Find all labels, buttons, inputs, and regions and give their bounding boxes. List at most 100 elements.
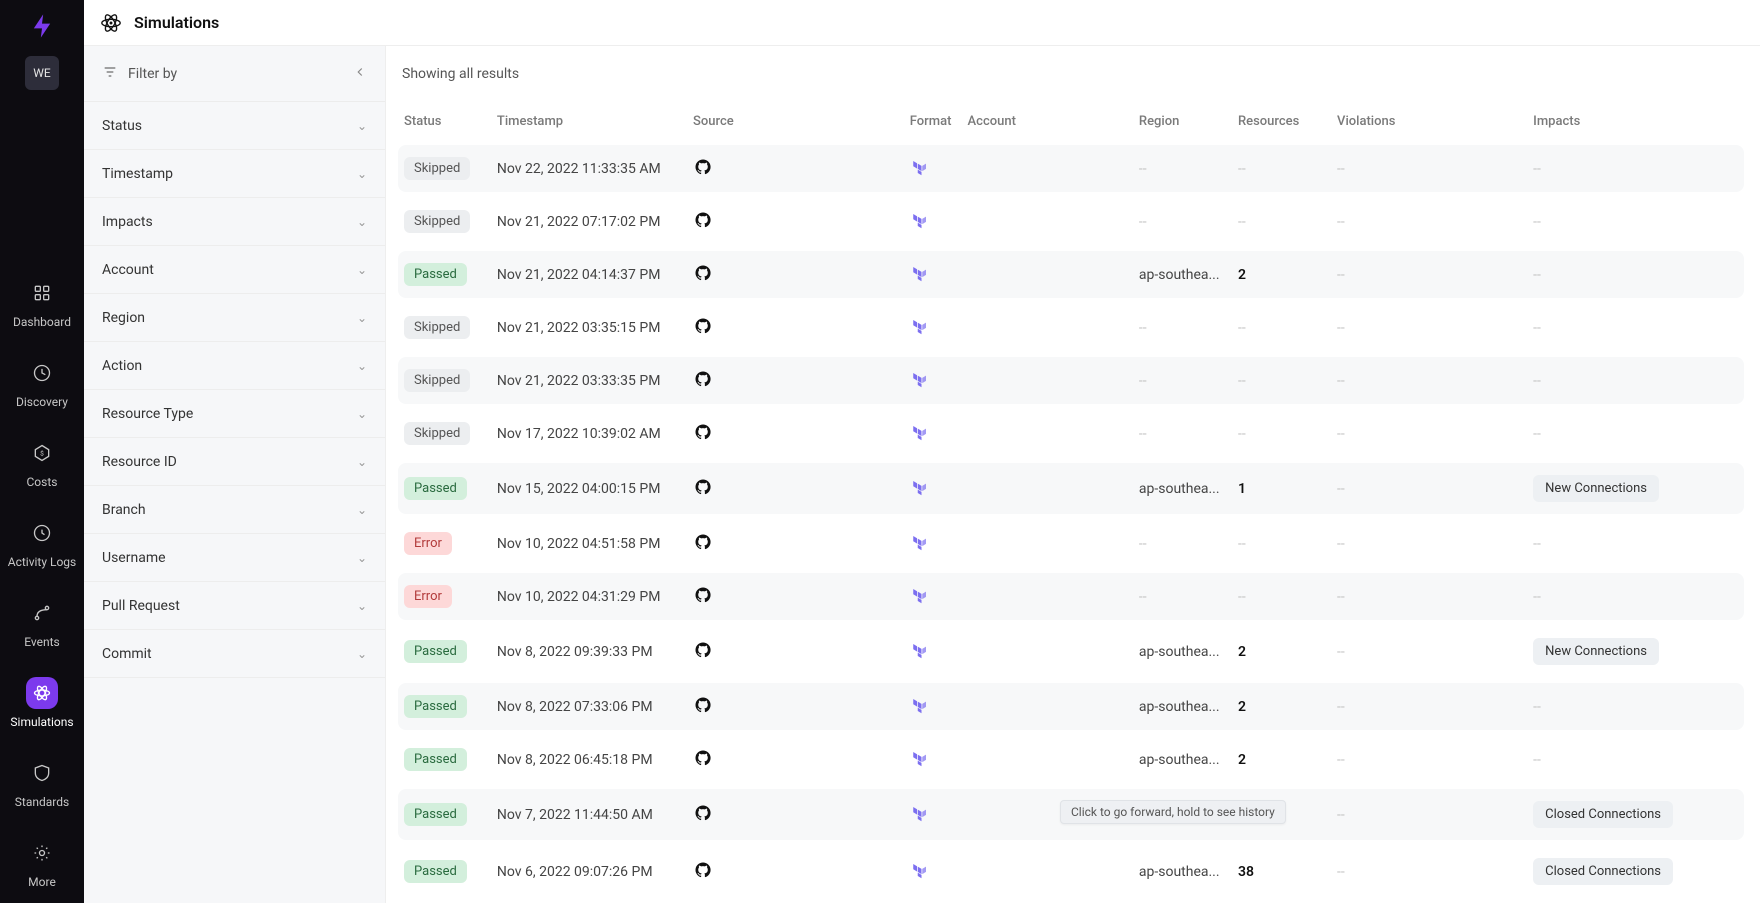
github-icon	[693, 640, 713, 660]
cell-account	[962, 573, 1133, 620]
chevron-down-icon: ⌄	[357, 263, 367, 277]
cell-account	[962, 198, 1133, 245]
cell-region: ap-southea...	[1133, 463, 1232, 514]
filter-commit[interactable]: Commit⌄	[84, 630, 385, 678]
nav-dashboard[interactable]: Dashboard	[8, 263, 77, 343]
cell-timestamp: Nov 6, 2022 09:07:26 PM	[491, 846, 687, 897]
github-icon	[693, 748, 713, 768]
status-badge: Skipped	[404, 422, 470, 445]
table-row[interactable]: SkippedNov 21, 2022 07:17:02 PM--------	[398, 198, 1744, 245]
workspace-avatar[interactable]: WE	[25, 56, 59, 90]
filter-action[interactable]: Action⌄	[84, 342, 385, 390]
cell-resources: --	[1232, 573, 1331, 620]
nav-standards[interactable]: Standards	[8, 743, 77, 823]
cell-resources: 2	[1232, 626, 1331, 677]
filter-region[interactable]: Region⌄	[84, 294, 385, 342]
filter-label: Status	[102, 118, 142, 134]
cell-timestamp: Nov 8, 2022 09:39:33 PM	[491, 626, 687, 677]
cell-source	[687, 304, 904, 351]
table-row[interactable]: SkippedNov 22, 2022 11:33:35 AM--------	[398, 145, 1744, 192]
filter-sidebar: Filter by Status⌄Timestamp⌄Impacts⌄Accou…	[84, 46, 386, 903]
cell-impacts: --	[1527, 357, 1744, 404]
github-icon	[693, 477, 713, 497]
col-format: Format	[904, 108, 962, 139]
table-row[interactable]: ErrorNov 10, 2022 04:31:29 PM--------	[398, 573, 1744, 620]
cell-status: Error	[398, 520, 491, 567]
filter-impacts[interactable]: Impacts⌄	[84, 198, 385, 246]
filter-username[interactable]: Username⌄	[84, 534, 385, 582]
cell-resources: --	[1232, 198, 1331, 245]
cell-violations: --	[1331, 789, 1527, 840]
cell-violations: --	[1331, 736, 1527, 783]
cell-timestamp: Nov 21, 2022 07:17:02 PM	[491, 198, 687, 245]
cell-account	[962, 251, 1133, 298]
nav-label: Dashboard	[13, 315, 71, 329]
table-row[interactable]: SkippedNov 21, 2022 03:35:15 PM--------	[398, 304, 1744, 351]
filter-label: Username	[102, 550, 166, 566]
table-row[interactable]: SkippedNov 21, 2022 03:33:35 PM--------	[398, 357, 1744, 404]
filter-label: Branch	[102, 502, 146, 518]
nav-discovery[interactable]: Discovery	[8, 343, 77, 423]
cell-format	[904, 410, 962, 457]
filter-account[interactable]: Account⌄	[84, 246, 385, 294]
table-row[interactable]: ErrorNov 10, 2022 04:51:58 PM--------	[398, 520, 1744, 567]
table-row[interactable]: PassedNov 6, 2022 09:07:26 PMap-southea.…	[398, 846, 1744, 897]
atom-icon	[100, 12, 122, 34]
nav-more[interactable]: More	[8, 823, 77, 903]
col-region: Region	[1133, 108, 1232, 139]
cell-format	[904, 683, 962, 730]
cell-source	[687, 463, 904, 514]
cell-region: ap-southea...	[1133, 846, 1232, 897]
github-icon	[693, 422, 713, 442]
cell-resources: --	[1232, 357, 1331, 404]
nav-costs[interactable]: $Costs	[8, 423, 77, 503]
cell-status: Skipped	[398, 410, 491, 457]
cell-resources: --	[1232, 304, 1331, 351]
cell-timestamp: Nov 17, 2022 10:39:02 AM	[491, 410, 687, 457]
nav-simulations[interactable]: Simulations	[8, 663, 77, 743]
nav-label: Costs	[27, 475, 58, 489]
filter-label: Commit	[102, 646, 152, 662]
filter-pull-request[interactable]: Pull Request⌄	[84, 582, 385, 630]
status-badge: Passed	[404, 803, 467, 826]
nav-icon	[26, 597, 58, 629]
terraform-icon	[910, 803, 930, 823]
nav-icon	[26, 837, 58, 869]
status-badge: Error	[404, 532, 452, 555]
github-icon	[693, 860, 713, 880]
cell-timestamp: Nov 21, 2022 03:35:15 PM	[491, 304, 687, 351]
table-row[interactable]: PassedNov 8, 2022 06:45:18 PMap-southea.…	[398, 736, 1744, 783]
nav-icon	[26, 277, 58, 309]
cell-timestamp: Nov 21, 2022 04:14:37 PM	[491, 251, 687, 298]
table-row[interactable]: PassedNov 15, 2022 04:00:15 PMap-southea…	[398, 463, 1744, 514]
nav-activity-logs[interactable]: Activity Logs	[8, 503, 77, 583]
filter-timestamp[interactable]: Timestamp⌄	[84, 150, 385, 198]
nav-events[interactable]: Events	[8, 583, 77, 663]
table-row[interactable]: SkippedNov 17, 2022 10:39:02 AM--------	[398, 410, 1744, 457]
status-badge: Skipped	[404, 369, 470, 392]
cell-impacts: --	[1527, 683, 1744, 730]
cell-status: Passed	[398, 789, 491, 840]
cell-region: --	[1133, 410, 1232, 457]
chevron-down-icon: ⌄	[357, 167, 367, 181]
forward-tooltip: Click to go forward, hold to see history	[1060, 800, 1286, 824]
table-row[interactable]: PassedNov 8, 2022 07:33:06 PMap-southea.…	[398, 683, 1744, 730]
cell-account	[962, 145, 1133, 192]
cell-violations: --	[1331, 520, 1527, 567]
filter-label: Action	[102, 358, 142, 374]
filter-status[interactable]: Status⌄	[84, 102, 385, 150]
table-row[interactable]: PassedNov 8, 2022 09:39:33 PMap-southea.…	[398, 626, 1744, 677]
chevron-down-icon: ⌄	[357, 599, 367, 613]
collapse-sidebar-button[interactable]	[353, 65, 367, 83]
cell-timestamp: Nov 8, 2022 07:33:06 PM	[491, 683, 687, 730]
cell-violations: --	[1331, 683, 1527, 730]
filter-branch[interactable]: Branch⌄	[84, 486, 385, 534]
filter-label: Resource ID	[102, 454, 177, 470]
cell-source	[687, 520, 904, 567]
table-row[interactable]: PassedNov 21, 2022 04:14:37 PMap-southea…	[398, 251, 1744, 298]
cell-status: Passed	[398, 683, 491, 730]
filter-resource-type[interactable]: Resource Type⌄	[84, 390, 385, 438]
filter-resource-id[interactable]: Resource ID⌄	[84, 438, 385, 486]
filter-label: Impacts	[102, 214, 153, 230]
cell-source	[687, 789, 904, 840]
